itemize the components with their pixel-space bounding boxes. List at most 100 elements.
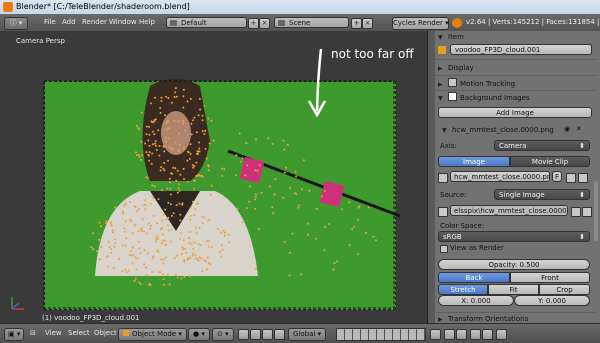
point-cloud-dot (162, 278, 165, 281)
view-as-render-checkbox[interactable] (440, 245, 448, 253)
point-cloud-dot (285, 166, 287, 169)
point-cloud-dot (151, 143, 154, 146)
point-cloud-dot (207, 245, 210, 248)
divider (436, 59, 596, 60)
crop-toggle[interactable]: Crop (539, 284, 590, 295)
transform-orientations-header[interactable]: ▶ Transform Orientations (438, 313, 528, 323)
menu-add[interactable]: Add (62, 17, 76, 28)
tab-image[interactable]: Image (438, 156, 510, 167)
scene-stats: v2.64 | Verts:145212 | Faces:131854 | Ob (466, 18, 600, 26)
image-browse-icon[interactable] (438, 173, 448, 183)
color-space-dropdown[interactable]: sRGB ⬍ (438, 231, 590, 242)
image-file-field[interactable]: hcw_mmtest_close.0000.png (450, 171, 550, 182)
point-cloud-dot (158, 154, 161, 157)
render-engine-dropdown[interactable]: Cycles Render ▾ (392, 17, 449, 30)
blender-icon (452, 18, 462, 28)
transform-orientation-dropdown[interactable]: Global ▾ (288, 328, 327, 341)
scene-field[interactable]: Scene (274, 17, 349, 28)
opengl-render-icon[interactable] (496, 329, 507, 340)
lock-camera-icon[interactable] (430, 329, 441, 340)
motion-tracking-header[interactable]: ▶ Motion Tracking (438, 77, 515, 89)
fake-user-button[interactable]: F (552, 171, 562, 182)
file-browse-icon[interactable] (571, 207, 581, 217)
object-name-field[interactable]: voodoo_FP3D_cloud.001 (450, 44, 592, 55)
fit-toggle[interactable]: Fit (488, 284, 539, 295)
point-cloud-dot (168, 146, 171, 149)
remove-bg-image-icon[interactable]: ✕ (576, 125, 582, 133)
remove-layout-button[interactable]: × (259, 18, 270, 29)
point-cloud-dot (180, 277, 183, 280)
editor-type-3dview-button[interactable]: ▣ ▾ (4, 328, 25, 341)
unlink-icon[interactable] (578, 173, 588, 183)
mode-dropdown[interactable]: Object Mode ▾ (118, 328, 187, 341)
rotate-manipulator-icon[interactable] (262, 329, 273, 340)
add-layout-button[interactable]: + (248, 18, 259, 29)
point-cloud-dot (153, 185, 156, 188)
tab-movie-clip[interactable]: Movie Clip (510, 156, 590, 167)
checkbox-checked-icon[interactable] (448, 92, 457, 101)
point-cloud-dot (203, 105, 206, 108)
background-images-header[interactable]: ▼ Background Images (438, 91, 530, 103)
proportional-edit-icon[interactable] (470, 329, 481, 340)
point-cloud-dot (207, 164, 210, 167)
visibility-eye-icon[interactable]: ◉ (564, 125, 570, 133)
add-scene-button[interactable]: + (351, 18, 362, 29)
menu-render[interactable]: Render (82, 17, 107, 28)
menu-help[interactable]: Help (139, 17, 155, 28)
point-cloud-dot (136, 210, 138, 213)
axis-dropdown[interactable]: Camera ⬍ (494, 140, 590, 151)
point-cloud-dot (181, 246, 184, 249)
viewport-shading-dropdown[interactable]: ● ▾ (188, 328, 210, 341)
source-dropdown[interactable]: Single Image ⬍ (494, 189, 590, 200)
back-toggle[interactable]: Back (438, 272, 510, 283)
panel-scrollbar[interactable] (594, 181, 598, 241)
snap-element-icon[interactable] (456, 329, 467, 340)
display-panel-header[interactable]: ▶ Display (438, 62, 474, 74)
collapse-triangle-icon: ▼ (442, 127, 447, 134)
point-cloud-dot (175, 179, 178, 182)
point-cloud-dot (234, 174, 237, 177)
point-cloud-dot (183, 178, 185, 180)
viewport-menu-toggle-icon[interactable]: ⊟ (30, 328, 36, 339)
menu-window[interactable]: Window (109, 17, 137, 28)
point-cloud-dot (207, 240, 210, 242)
menu-view[interactable]: View (45, 328, 62, 339)
point-cloud-dot (160, 258, 163, 261)
point-cloud-dot (181, 202, 184, 205)
add-image-button[interactable]: Add Image (438, 107, 592, 118)
pivot-point-dropdown[interactable]: ⊙ ▾ (212, 328, 234, 341)
3d-viewport[interactable]: Camera Persp not too far off (1) voodoo_… (0, 31, 428, 323)
point-cloud-dot (123, 230, 126, 233)
image-path-field[interactable]: elsspix\hcw_mmtest_close.0000.png (450, 205, 568, 216)
opacity-slider[interactable]: Opacity: 0.500 (438, 259, 590, 270)
menu-select[interactable]: Select (68, 328, 90, 339)
manipulator-toggle-icon[interactable] (238, 329, 249, 340)
menu-object[interactable]: Object (94, 328, 117, 339)
reload-icon[interactable] (582, 207, 592, 217)
front-toggle[interactable]: Front (510, 272, 590, 283)
snap-icon[interactable] (444, 329, 455, 340)
checkbox-icon[interactable] (448, 78, 457, 87)
stretch-toggle[interactable]: Stretch (438, 284, 488, 295)
menu-file[interactable]: File (44, 17, 56, 28)
open-folder-icon[interactable] (566, 173, 576, 183)
offset-y-field[interactable]: Y: 0.000 (514, 295, 590, 306)
scale-manipulator-icon[interactable] (274, 329, 285, 340)
point-cloud-dot (163, 283, 166, 286)
point-cloud-dot (328, 223, 330, 225)
point-cloud-dot (258, 228, 261, 230)
point-cloud-dot (135, 124, 138, 127)
point-cloud-dot (254, 193, 257, 196)
offset-x-field[interactable]: X: 0.000 (438, 295, 514, 306)
item-panel-header[interactable]: ▼ Item (438, 31, 464, 43)
render-preview-icon[interactable] (482, 329, 493, 340)
editor-type-button[interactable]: ⓘ ▾ (4, 17, 28, 30)
bg-image-entry-header[interactable]: ▼ hcw_mmtest_close.0000.png (442, 124, 554, 136)
object-mode-icon (123, 330, 129, 336)
point-cloud-dot (133, 224, 136, 227)
screen-layout-field[interactable]: Default (166, 17, 247, 28)
remove-scene-button[interactable]: × (362, 18, 373, 29)
translate-manipulator-icon[interactable] (250, 329, 261, 340)
layer-buttons[interactable] (336, 328, 426, 341)
point-cloud-dot (167, 159, 170, 162)
